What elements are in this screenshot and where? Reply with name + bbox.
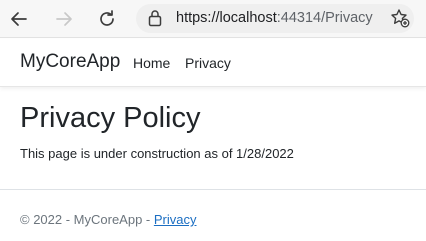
url-text[interactable]: https://localhost:44314/Privacy [176, 10, 373, 26]
brand-link[interactable]: MyCoreApp [20, 51, 120, 73]
footer-divider [0, 189, 426, 190]
reload-button[interactable] [94, 6, 120, 32]
nav-link-home[interactable]: Home [133, 55, 170, 71]
footer-copyright: © 2022 - MyCoreApp - [20, 212, 154, 227]
reload-icon [100, 10, 114, 26]
page-title: Privacy Policy [20, 102, 201, 134]
arrow-left-icon [11, 12, 27, 26]
footer-privacy-link[interactable]: Privacy [154, 212, 197, 227]
url-host: https://localhost [176, 10, 277, 26]
footer: © 2022 - MyCoreApp - Privacy [20, 212, 196, 227]
back-button[interactable] [6, 6, 32, 32]
page-description: This page is under construction as of 1/… [20, 146, 294, 161]
favorite-add-icon[interactable] [390, 8, 410, 28]
arrow-right-icon [56, 12, 72, 26]
lock-icon[interactable] [148, 9, 162, 27]
site-navbar: MyCoreApp Home Privacy [0, 39, 426, 87]
forward-button[interactable] [51, 6, 77, 32]
browser-toolbar: https://localhost:44314/Privacy [0, 0, 426, 38]
nav-link-privacy[interactable]: Privacy [185, 55, 231, 71]
url-path: :44314/Privacy [276, 10, 373, 26]
